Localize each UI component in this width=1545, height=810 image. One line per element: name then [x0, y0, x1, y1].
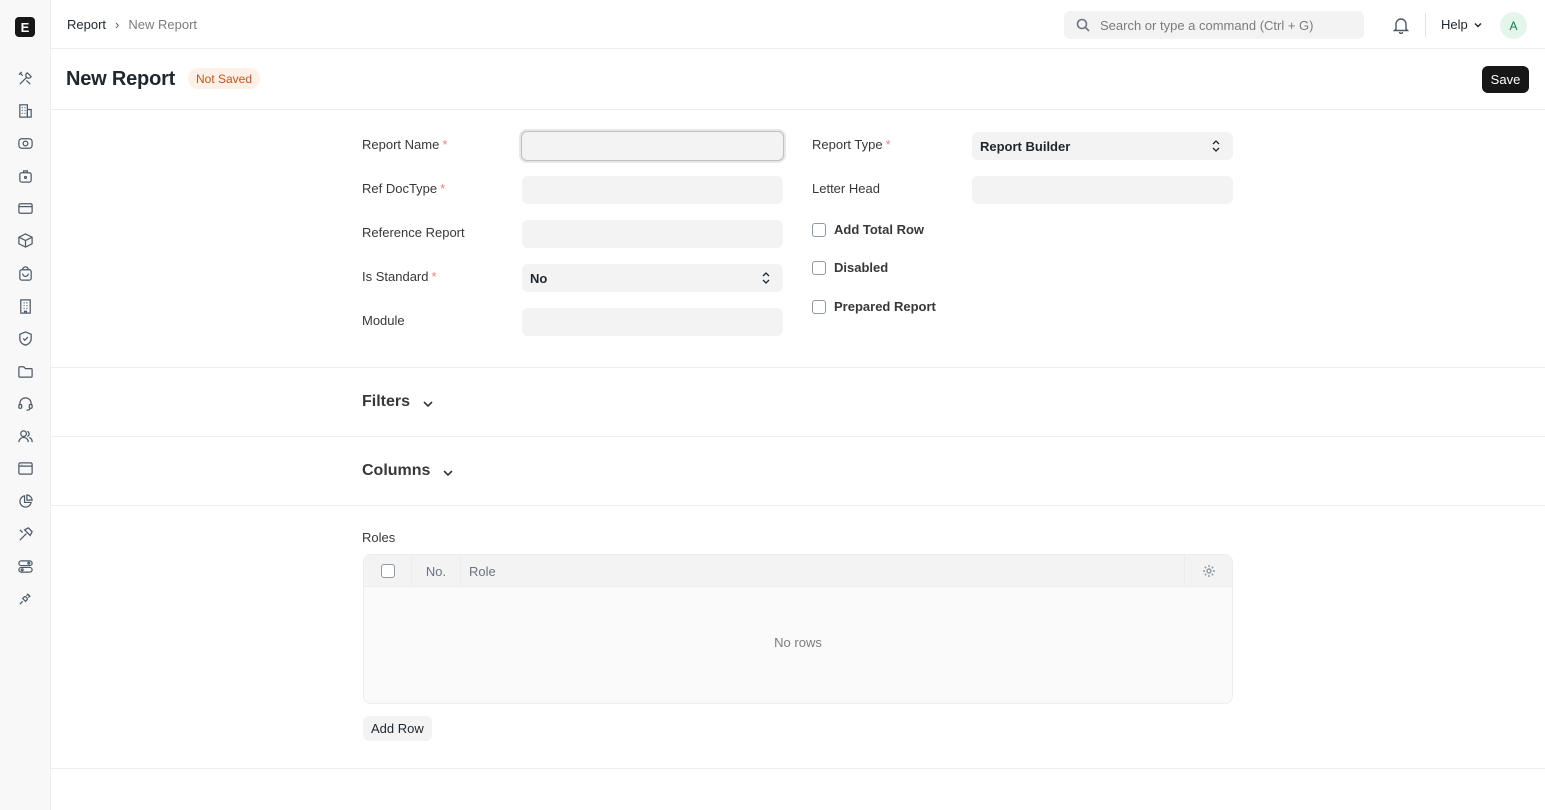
sidebar: E [0, 0, 51, 810]
window-icon[interactable] [16, 459, 34, 477]
save-button[interactable]: Save [1482, 66, 1529, 93]
disabled-checkbox[interactable] [812, 260, 826, 275]
navbar-divider [1425, 13, 1426, 37]
filters-section-title: Filters [362, 393, 411, 410]
letter-head-label: Letter Head [812, 181, 880, 196]
toggle-icon[interactable] [16, 557, 34, 575]
section-divider [51, 505, 1545, 506]
add-total-row-checkbox[interactable] [812, 222, 826, 237]
search-bar[interactable] [1064, 11, 1364, 39]
prepared-report-checkbox[interactable] [812, 299, 826, 314]
plug-icon[interactable] [16, 589, 34, 607]
building-icon[interactable] [16, 101, 34, 119]
add-total-row-label: Add Total Row [834, 222, 925, 237]
add-row-button[interactable]: Add Row [363, 716, 432, 741]
roles-grid-header: No. Role [364, 555, 1232, 587]
select-caret-icon [1211, 138, 1221, 154]
page-head: New Report Not Saved Save [51, 49, 1545, 110]
shield-icon[interactable] [16, 329, 34, 347]
grid-settings-icon[interactable] [1184, 555, 1232, 587]
module-label: Module [362, 313, 405, 328]
report-type-select[interactable]: Report Builder [972, 132, 1233, 160]
bag-icon[interactable] [16, 264, 34, 282]
user-avatar[interactable]: A [1500, 12, 1527, 39]
folder-icon[interactable] [16, 362, 34, 380]
module-field[interactable] [522, 308, 783, 336]
is-standard-select[interactable]: No [522, 264, 783, 292]
roles-grid: No. Role No rows [363, 554, 1233, 704]
prepared-report-checkbox-row[interactable]: Prepared Report [812, 299, 936, 314]
ref-doctype-field[interactable] [522, 176, 783, 204]
chevron-down-icon [423, 400, 433, 407]
reference-report-label: Reference Report [362, 225, 465, 240]
empty-state-text: No rows [774, 635, 822, 650]
search-icon [1076, 18, 1090, 32]
columns-section-title: Columns [362, 462, 431, 479]
prepared-report-label: Prepared Report [834, 299, 936, 314]
section-divider [51, 367, 1545, 368]
roles-label: Roles [362, 530, 396, 545]
add-total-row-checkbox-row[interactable]: Add Total Row [812, 222, 924, 237]
app-logo[interactable]: E [15, 17, 35, 37]
disabled-label: Disabled [834, 260, 889, 275]
section-divider [51, 436, 1545, 437]
package-icon[interactable] [16, 231, 34, 249]
status-badge: Not Saved [188, 68, 261, 89]
eye-icon[interactable] [16, 134, 34, 152]
chevron-right-icon: › [115, 17, 120, 32]
tools-icon[interactable] [16, 69, 34, 87]
chevron-down-icon [443, 469, 454, 476]
help-label: Help [1441, 17, 1468, 32]
report-name-field[interactable] [521, 131, 784, 161]
report-type-value: Report Builder [980, 138, 1071, 154]
breadcrumb-report-link[interactable]: Report [67, 17, 106, 32]
headset-icon[interactable] [16, 394, 34, 412]
users-icon[interactable] [16, 427, 34, 445]
page-title: New Report [66, 68, 176, 90]
form-area: Report Name * Ref DocType * Reference Repo… [51, 110, 1545, 810]
card-icon[interactable] [16, 199, 34, 217]
select-caret-icon [761, 270, 771, 286]
piechart-icon[interactable] [16, 492, 34, 510]
ref-doctype-label: Ref DocType * [362, 181, 446, 196]
section-divider [51, 768, 1545, 769]
hammer-icon[interactable] [16, 525, 34, 543]
report-name-label: Report Name * [362, 137, 448, 152]
is-standard-label: Is Standard * [362, 269, 437, 284]
columns-section-toggle[interactable]: Columns [362, 462, 454, 480]
search-input[interactable] [1100, 17, 1350, 33]
breadcrumb-current[interactable]: New Report [128, 17, 197, 32]
column-header-no: No. [412, 555, 461, 587]
notification-bell-icon[interactable] [1392, 16, 1410, 35]
top-navbar: Report › New Report Help A [51, 0, 1545, 49]
help-dropdown[interactable]: Help [1441, 17, 1483, 32]
breadcrumb: Report › New Report [67, 17, 197, 32]
select-all-checkbox[interactable] [380, 564, 395, 578]
chevron-down-icon [1474, 22, 1482, 27]
reference-report-field[interactable] [522, 220, 783, 248]
letter-head-field[interactable] [972, 176, 1233, 204]
briefcase-icon[interactable] [16, 167, 34, 185]
select-all-cell [364, 555, 412, 587]
is-standard-value: No [530, 270, 548, 286]
disabled-checkbox-row[interactable]: Disabled [812, 260, 888, 275]
filters-section-toggle[interactable]: Filters [362, 393, 434, 411]
column-header-role: Role [469, 564, 496, 579]
report-type-label: Report Type * [812, 137, 891, 152]
office-icon[interactable] [16, 297, 34, 315]
